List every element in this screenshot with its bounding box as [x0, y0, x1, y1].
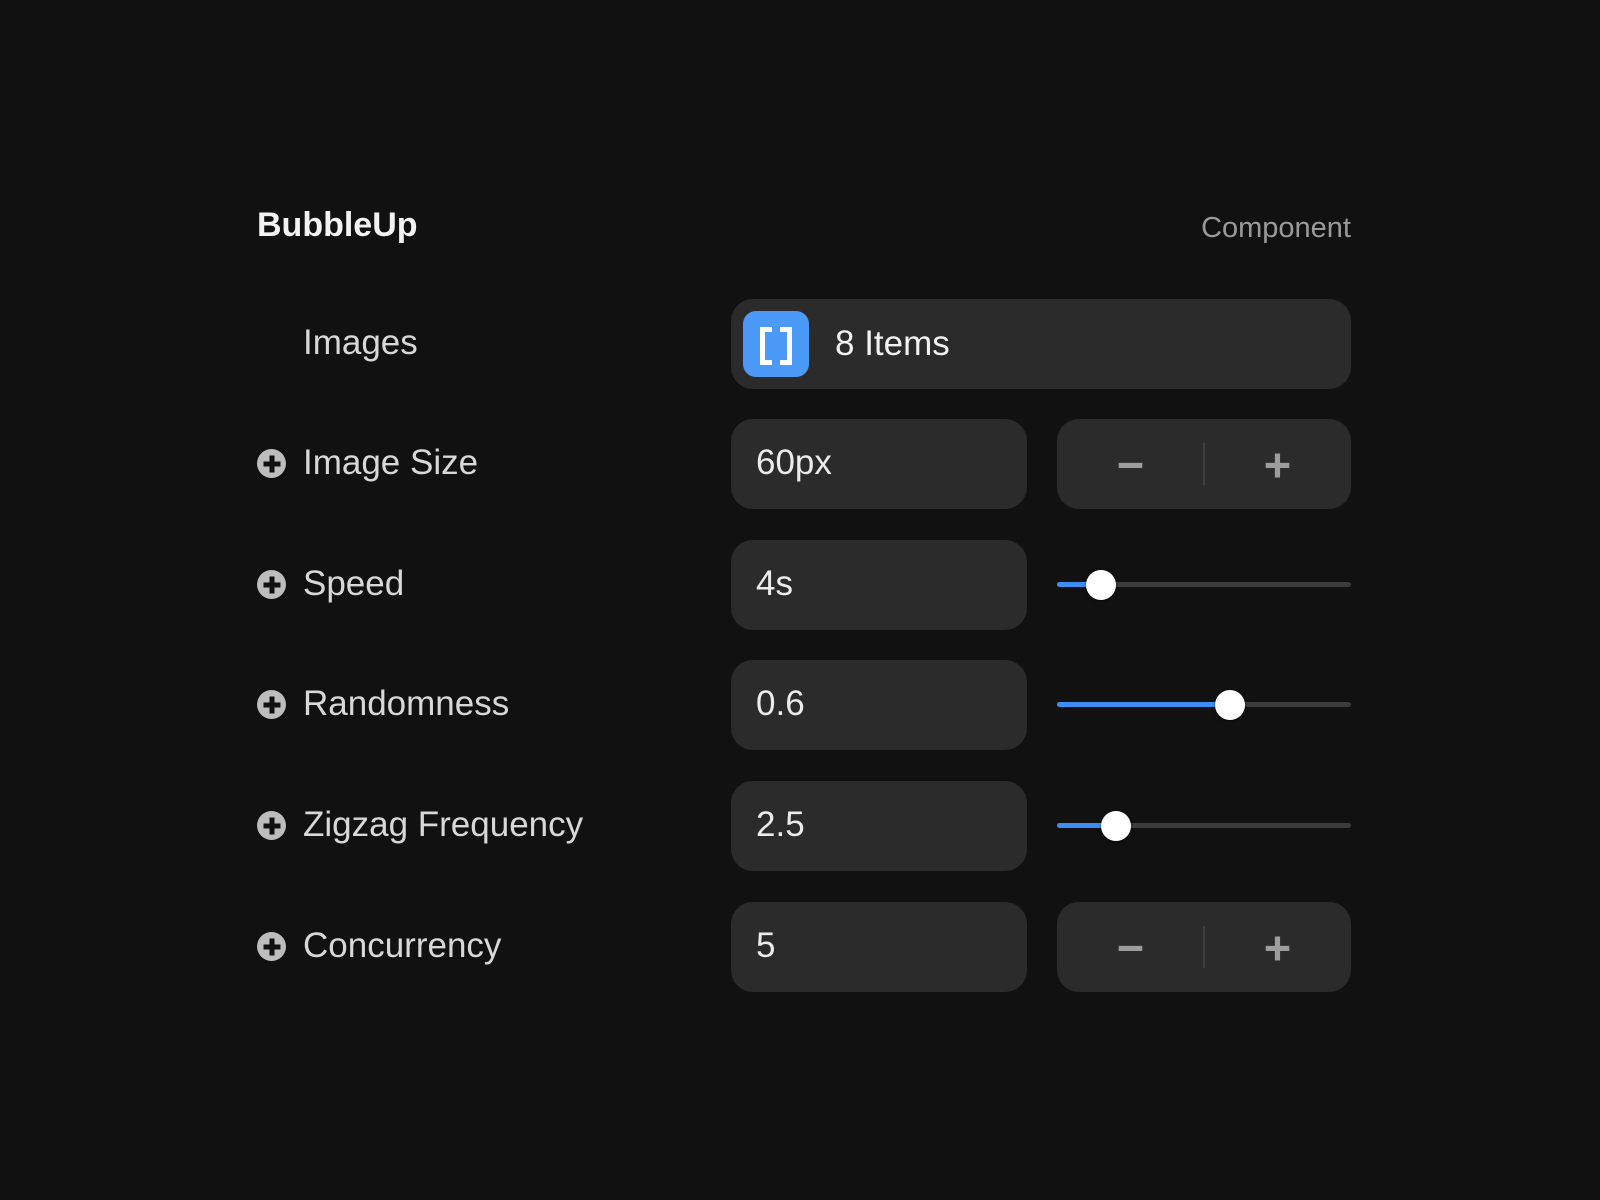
concurrency-increment-button[interactable]: +	[1204, 902, 1351, 992]
zigzag-frequency-slider-thumb[interactable]	[1101, 811, 1131, 841]
images-row: Images 8 Items	[257, 299, 1351, 389]
randomness-input[interactable]: 0.6	[731, 660, 1027, 750]
randomness-slider[interactable]	[1057, 690, 1351, 720]
speed-label: Speed	[303, 564, 405, 603]
add-image-size-icon[interactable]	[257, 449, 286, 478]
image-size-value: 60px	[756, 443, 832, 482]
concurrency-row: Concurrency 5 − +	[257, 902, 1351, 992]
zigzag-frequency-input[interactable]: 2.5	[731, 781, 1027, 871]
speed-input[interactable]: 4s	[731, 540, 1027, 630]
panel-title: BubbleUp	[257, 206, 418, 244]
speed-slider-thumb[interactable]	[1086, 570, 1116, 600]
randomness-slider-thumb[interactable]	[1215, 690, 1245, 720]
image-size-decrement-button[interactable]: −	[1057, 419, 1204, 509]
image-size-stepper: − +	[1057, 419, 1351, 509]
speed-row: Speed 4s	[257, 540, 1351, 630]
concurrency-input[interactable]: 5	[731, 902, 1027, 992]
zigzag-frequency-slider[interactable]	[1057, 811, 1351, 841]
add-randomness-icon[interactable]	[257, 690, 286, 719]
images-items-button[interactable]: 8 Items	[731, 299, 1351, 389]
right-bracket-icon	[780, 327, 792, 365]
minus-icon: −	[1116, 437, 1145, 491]
concurrency-value: 5	[756, 926, 776, 965]
concurrency-stepper: − +	[1057, 902, 1351, 992]
speed-value: 4s	[756, 564, 793, 603]
concurrency-decrement-button[interactable]: −	[1057, 902, 1204, 992]
randomness-row: Randomness 0.6	[257, 660, 1351, 750]
randomness-value: 0.6	[756, 684, 805, 723]
concurrency-label: Concurrency	[303, 926, 502, 965]
randomness-slider-fill	[1057, 702, 1230, 707]
panel-type-label: Component	[1201, 212, 1351, 244]
image-size-input[interactable]: 60px	[731, 419, 1027, 509]
zigzag-frequency-value: 2.5	[756, 805, 805, 844]
images-items-count: 8 Items	[835, 324, 950, 363]
speed-slider[interactable]	[1057, 570, 1351, 600]
add-zigzag-frequency-icon[interactable]	[257, 811, 286, 840]
plus-icon: +	[1263, 437, 1292, 491]
image-size-row: Image Size 60px − +	[257, 419, 1351, 509]
minus-icon: −	[1116, 920, 1145, 974]
randomness-label: Randomness	[303, 684, 510, 723]
zigzag-frequency-row: Zigzag Frequency 2.5	[257, 781, 1351, 871]
image-size-label: Image Size	[303, 443, 479, 482]
images-label: Images	[303, 323, 418, 362]
plus-icon: +	[1263, 920, 1292, 974]
image-size-increment-button[interactable]: +	[1204, 419, 1351, 509]
zigzag-frequency-label: Zigzag Frequency	[303, 805, 584, 844]
add-speed-icon[interactable]	[257, 570, 286, 599]
left-bracket-icon	[760, 327, 772, 365]
array-brackets-icon	[743, 311, 809, 377]
add-concurrency-icon[interactable]	[257, 932, 286, 961]
